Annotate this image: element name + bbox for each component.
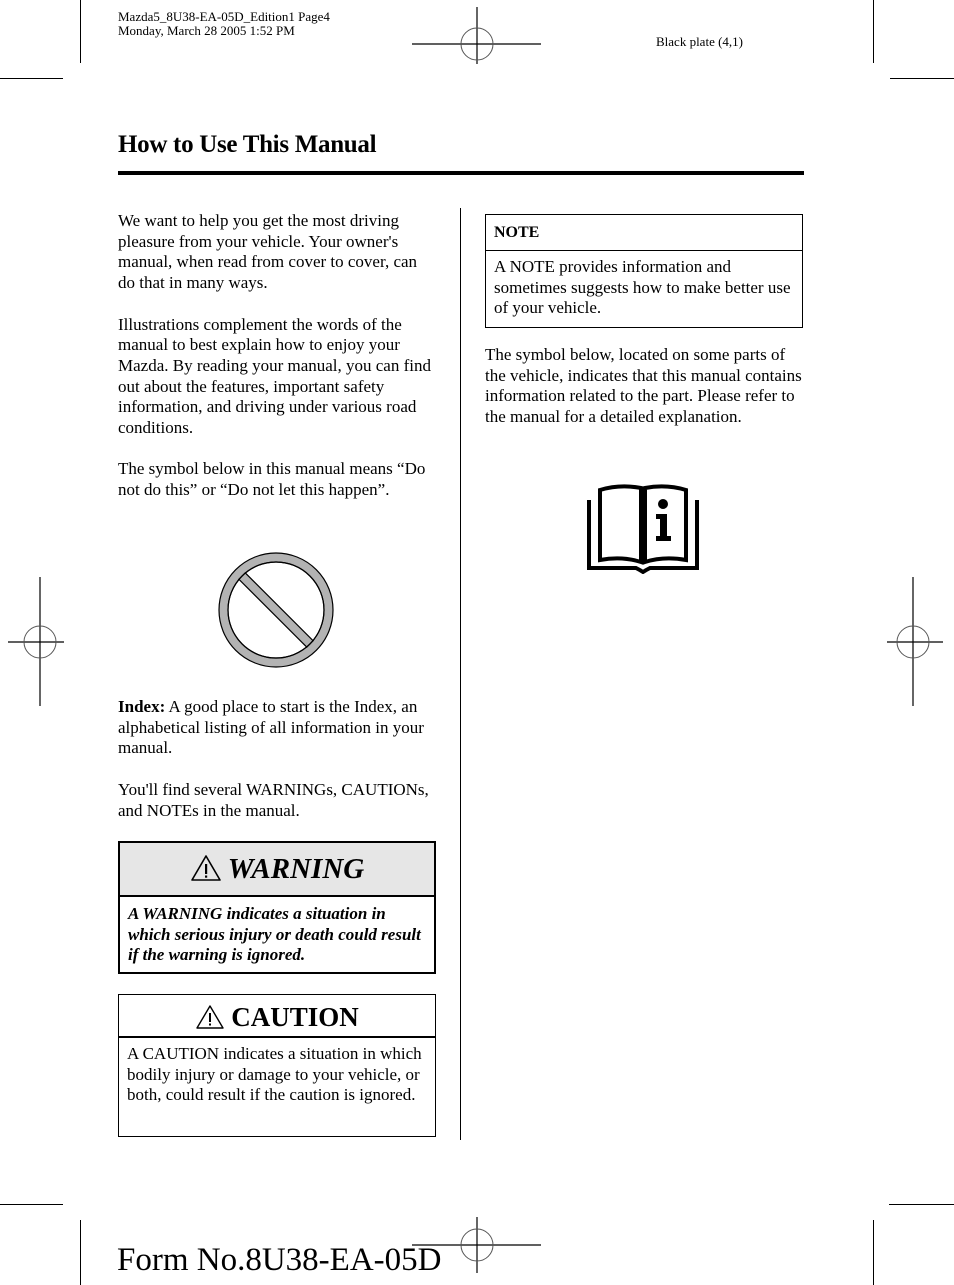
index-paragraph: Index: A good place to start is the Inde… [118, 697, 438, 759]
index-label: Index: [118, 697, 166, 716]
warning-triangle-icon [196, 1005, 224, 1029]
crop-mark-bottom-right-vertical [873, 1220, 874, 1285]
manual-info-book-icon [587, 484, 699, 574]
print-slug: Mazda5_8U38-EA-05D_Edition1 Page4 Monday… [118, 10, 330, 38]
slug-date-line: Monday, March 28 2005 1:52 PM [118, 23, 295, 38]
prohibition-icon [218, 552, 334, 668]
crop-mark-top-right-horizontal [890, 78, 954, 79]
right-column: The symbol below, located on some parts … [485, 345, 803, 428]
symbol-paragraph: The symbol below in this manual means “D… [118, 459, 426, 500]
several-paragraph: You'll find several WARNINGs, CAUTIONs, … [118, 779, 429, 820]
caution-title: CAUTION [231, 1002, 359, 1032]
warning-triangle-icon [190, 855, 221, 882]
left-column: We want to help you get the most driving… [118, 211, 438, 522]
plate-label: Black plate (4,1) [656, 34, 743, 49]
registration-mark-left [8, 577, 64, 706]
registration-mark-top [412, 7, 541, 64]
intro-paragraph: We want to help you get the most driving… [118, 211, 418, 293]
warning-header: WARNING [120, 843, 434, 897]
note-text: A NOTE provides information and sometime… [494, 257, 791, 318]
index-section: Index: A good place to start is the Inde… [118, 697, 438, 821]
crop-mark-top-right-vertical [873, 0, 874, 63]
warning-text: A WARNING indicates a situation in which… [128, 904, 421, 965]
column-divider [460, 208, 461, 1140]
registration-mark-right [887, 577, 943, 706]
caution-box: CAUTION A CAUTION indicates a situation … [118, 994, 436, 1137]
crop-mark-bottom-right-horizontal [889, 1204, 954, 1205]
crop-mark-top-left-horizontal [0, 78, 63, 79]
form-number-footer: Form No.8U38-EA-05D [117, 1242, 442, 1278]
title-rule [118, 171, 804, 175]
crop-mark-bottom-left-horizontal [0, 1204, 63, 1205]
caution-text: A CAUTION indicates a situation in which… [127, 1044, 422, 1105]
warning-title: WARNING [227, 853, 365, 885]
caution-header: CAUTION [119, 995, 435, 1038]
note-box: NOTE A NOTE provides information and som… [485, 214, 803, 328]
warning-box: WARNING A WARNING indicates a situation … [118, 841, 436, 974]
page-title: How to Use This Manual [118, 131, 377, 158]
manual-symbol-paragraph: The symbol below, located on some parts … [485, 345, 802, 427]
crop-mark-bottom-left-vertical [80, 1220, 81, 1285]
note-header: NOTE [486, 215, 802, 251]
illustrations-paragraph: Illustrations complement the words of th… [118, 314, 431, 438]
crop-mark-top-left-vertical [80, 0, 81, 63]
slug-file-line: Mazda5_8U38-EA-05D_Edition1 Page4 [118, 9, 330, 24]
note-title: NOTE [494, 224, 540, 241]
